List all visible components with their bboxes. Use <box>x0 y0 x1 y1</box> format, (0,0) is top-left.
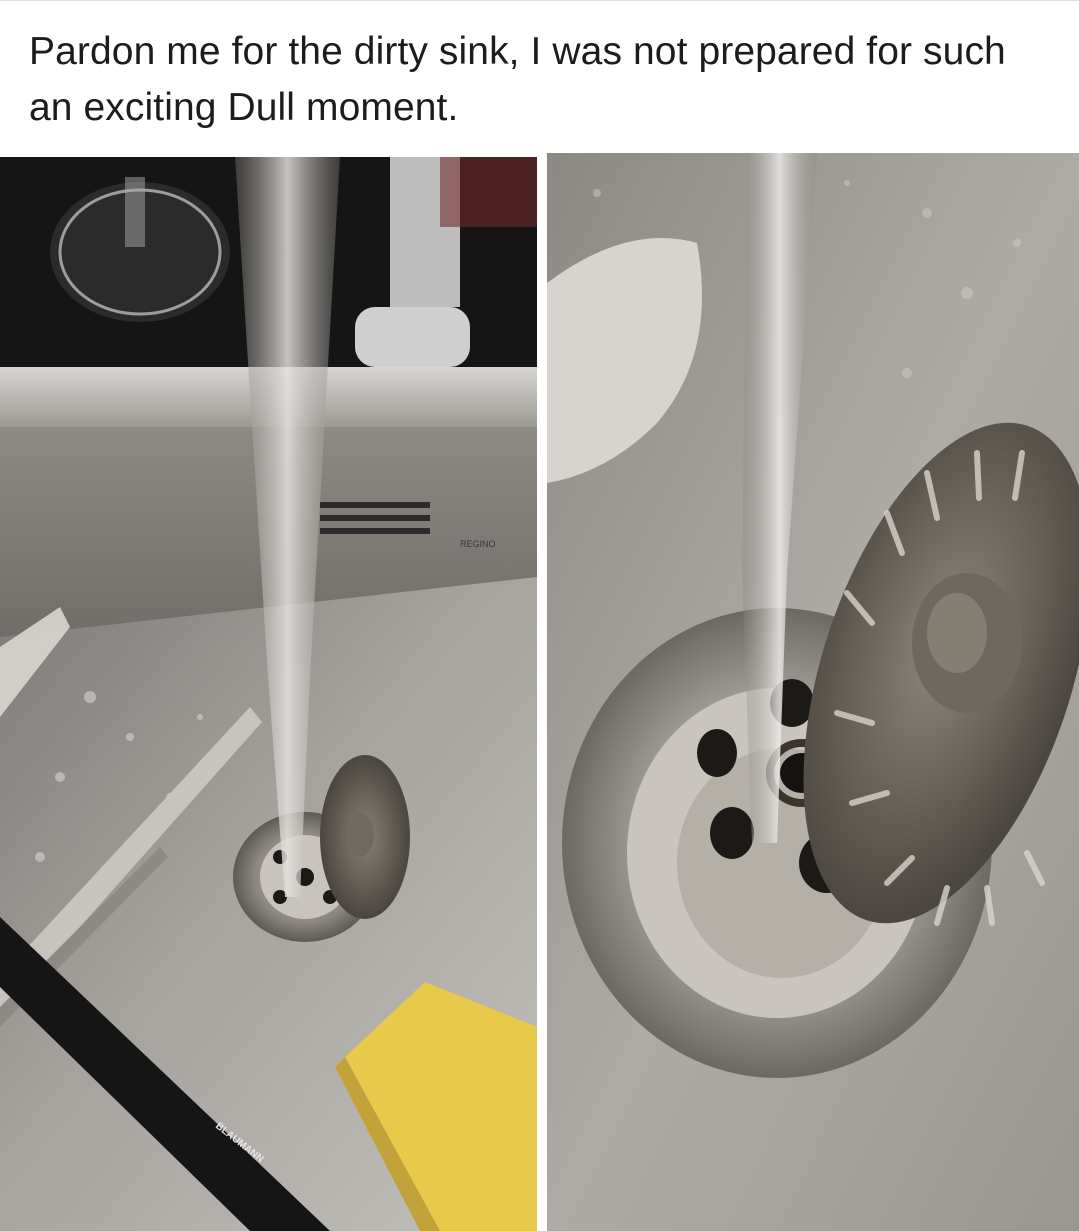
top-divider <box>0 0 1079 1</box>
post-caption: Pardon me for the dirty sink, I was not … <box>29 30 1006 129</box>
sink-photo-right-image <box>547 153 1079 1231</box>
sink-brand-label: REGINO <box>460 539 496 549</box>
sink-photo-left[interactable]: REGINO BLAUMANN <box>0 157 537 1231</box>
sink-overflow-slots <box>320 502 430 534</box>
sink-photo-right[interactable] <box>547 153 1079 1231</box>
sink-photo-left-image: REGINO BLAUMANN <box>0 157 537 1231</box>
